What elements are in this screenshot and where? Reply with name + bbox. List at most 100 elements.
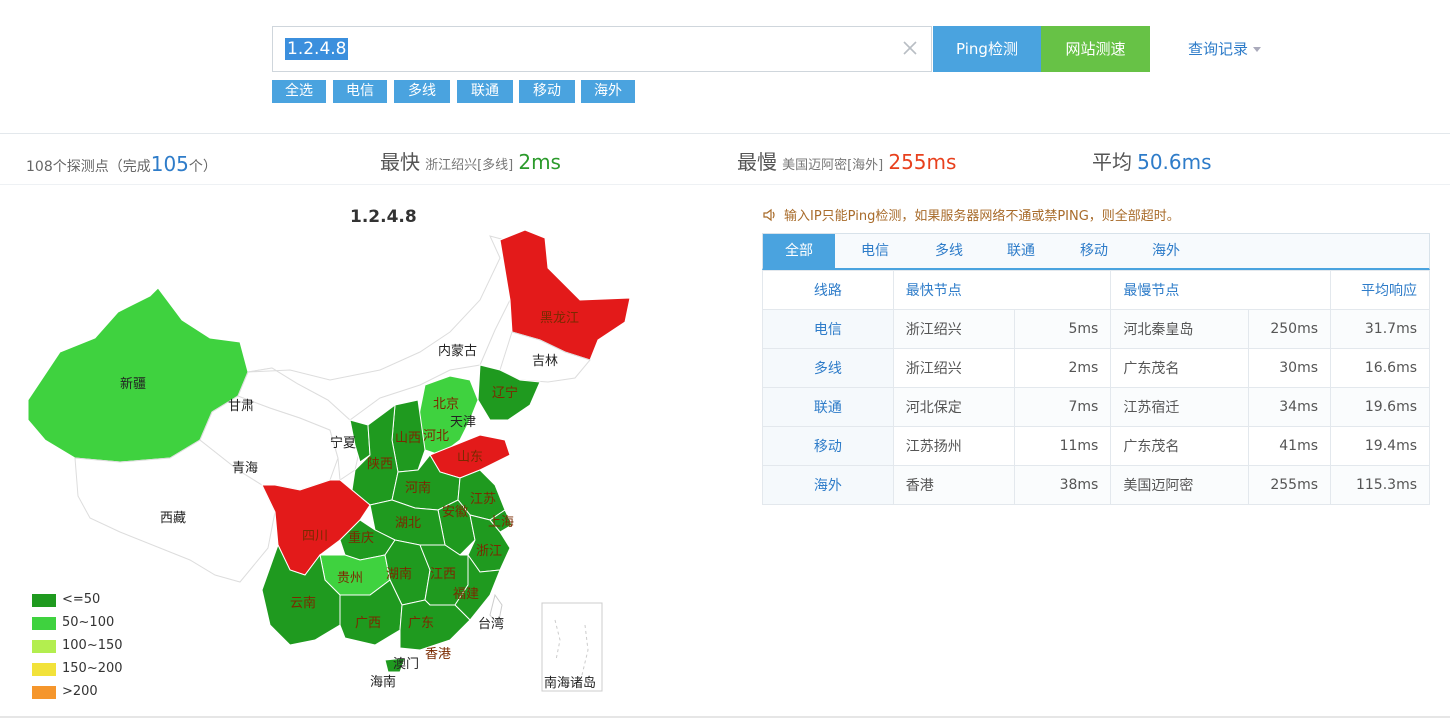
legend-swatch	[32, 686, 56, 699]
tab-telecom[interactable]: 电信	[839, 234, 911, 269]
filter-unicom[interactable]: 联通	[457, 80, 513, 103]
label-jilin: 吉林	[532, 354, 558, 369]
label-guizhou: 贵州	[337, 571, 363, 586]
label-guangxi: 广西	[355, 616, 381, 631]
label-xizang: 西藏	[160, 511, 186, 526]
label-chongqing: 重庆	[348, 530, 374, 546]
tab-mobile[interactable]: 移动	[1058, 234, 1130, 269]
label-sichuan: 四川	[302, 529, 328, 544]
table-row[interactable]: 移动 江苏扬州 11ms 广东茂名 41ms 19.4ms	[762, 426, 1430, 466]
average-label: 平均	[1092, 150, 1132, 174]
search-input[interactable]: 1.2.4.8	[272, 26, 932, 72]
fast-node: 浙江绍兴	[892, 348, 1016, 388]
legend-label: <=50	[62, 592, 101, 607]
legend-label: 100~150	[62, 638, 123, 653]
fast-node: 江苏扬州	[892, 426, 1016, 466]
line-tabs: 全部 电信 多线 联通 移动 海外	[762, 233, 1430, 270]
label-jiangsu: 江苏	[470, 491, 496, 507]
filter-overseas[interactable]: 海外	[581, 80, 635, 103]
col-header-line: 线路	[762, 270, 894, 310]
label-hunan: 湖南	[386, 566, 412, 582]
fast-ms: 38ms	[1014, 465, 1112, 505]
divider	[0, 133, 1450, 134]
slowest-stat: 最慢 美国迈阿密[海外] 255ms	[737, 146, 956, 175]
label-anhui: 安徽	[442, 505, 468, 520]
line-name[interactable]: 电信	[762, 309, 894, 349]
filter-telecom[interactable]: 电信	[333, 80, 387, 103]
tab-multiline[interactable]: 多线	[913, 234, 985, 269]
label-xianggang: 香港	[425, 647, 451, 662]
col-header-average: 平均响应	[1330, 270, 1430, 310]
label-tianjin: 天津	[450, 415, 476, 430]
close-icon[interactable]	[899, 37, 921, 59]
label-neimenggu: 内蒙古	[438, 343, 477, 359]
filter-mobile[interactable]: 移动	[519, 80, 575, 103]
table-row[interactable]: 联通 河北保定 7ms 江苏宿迁 34ms 19.6ms	[762, 387, 1430, 427]
label-hainan: 海南	[370, 674, 396, 690]
label-zhejiang: 浙江	[476, 544, 502, 559]
probe-count-suffix: 个）	[188, 159, 217, 175]
label-guangdong: 广东	[408, 616, 434, 631]
slow-ms: 34ms	[1248, 387, 1331, 427]
label-qinghai: 青海	[232, 461, 258, 476]
label-xinjiang: 新疆	[120, 376, 146, 392]
label-gansu: 甘肃	[228, 399, 254, 414]
website-speed-button[interactable]: 网站测速	[1041, 26, 1150, 72]
avg-ms: 19.4ms	[1330, 426, 1430, 466]
tab-all[interactable]: 全部	[763, 234, 835, 269]
line-name[interactable]: 联通	[762, 387, 894, 427]
slow-node: 江苏宿迁	[1110, 387, 1250, 427]
label-yunnan: 云南	[290, 595, 316, 611]
slowest-value: 255ms	[888, 150, 957, 174]
table-row[interactable]: 海外 香港 38ms 美国迈阿密 255ms 115.3ms	[762, 465, 1430, 505]
slow-ms: 41ms	[1248, 426, 1331, 466]
label-henan: 河南	[405, 480, 431, 496]
notice-text: 输入IP只能Ping检测，如果服务器网络不通或禁PING，则全部超时。	[762, 205, 1180, 224]
ping-check-button[interactable]: Ping检测	[933, 26, 1041, 72]
line-name[interactable]: 海外	[762, 465, 894, 505]
slow-ms: 250ms	[1248, 309, 1331, 349]
fast-ms: 7ms	[1014, 387, 1112, 427]
avg-ms: 19.6ms	[1330, 387, 1430, 427]
filter-select-all[interactable]: 全选	[272, 80, 326, 103]
legend-label: 50~100	[62, 615, 115, 630]
col-header-fastest: 最快节点	[892, 270, 1112, 310]
average-value: 50.6ms	[1137, 150, 1212, 174]
query-history-label: 查询记录	[1188, 40, 1249, 58]
filter-multiline[interactable]: 多线	[394, 80, 450, 103]
tab-unicom[interactable]: 联通	[985, 234, 1057, 269]
slow-node: 美国迈阿密	[1110, 465, 1250, 505]
table-row[interactable]: 电信 浙江绍兴 5ms 河北秦皇岛 250ms 31.7ms	[762, 309, 1430, 349]
label-aomen: 澳门	[393, 656, 419, 672]
legend-swatch	[32, 663, 56, 676]
fastest-label: 最快	[380, 150, 420, 174]
line-name[interactable]: 移动	[762, 426, 894, 466]
slow-node: 广东茂名	[1110, 426, 1250, 466]
probe-count: 108个探测点（完成105个）	[26, 152, 217, 176]
search-input-value: 1.2.4.8	[285, 38, 349, 60]
label-shanxi: 山西	[395, 431, 421, 446]
caret-down-icon	[1253, 47, 1262, 52]
label-heilongjiang: 黑龙江	[540, 311, 579, 326]
avg-ms: 31.7ms	[1330, 309, 1430, 349]
fast-node: 香港	[892, 465, 1016, 505]
slow-ms: 30ms	[1248, 348, 1331, 388]
tab-overseas[interactable]: 海外	[1130, 234, 1202, 269]
line-name[interactable]: 多线	[762, 348, 894, 388]
results-table: 线路 最快节点 最慢节点 平均响应 电信 浙江绍兴 5ms 河北秦皇岛 250m…	[762, 270, 1430, 505]
fastest-stat: 最快 浙江绍兴[多线] 2ms	[380, 146, 561, 175]
label-hubei: 湖北	[395, 516, 421, 531]
legend-swatch	[32, 617, 56, 630]
label-ningxia: 宁夏	[330, 435, 356, 451]
table-row[interactable]: 多线 浙江绍兴 2ms 广东茂名 30ms 16.6ms	[762, 348, 1430, 388]
col-header-slowest: 最慢节点	[1110, 270, 1331, 310]
slow-node: 广东茂名	[1110, 348, 1250, 388]
table-header-row: 线路 最快节点 最慢节点 平均响应	[762, 270, 1430, 310]
query-history-dropdown[interactable]: 查询记录	[1188, 38, 1262, 59]
label-shaanxi: 陕西	[367, 457, 393, 472]
fast-node: 河北保定	[892, 387, 1016, 427]
legend-swatch	[32, 640, 56, 653]
fast-ms: 5ms	[1014, 309, 1112, 349]
legend-label: 150~200	[62, 661, 123, 676]
avg-ms: 115.3ms	[1330, 465, 1430, 505]
